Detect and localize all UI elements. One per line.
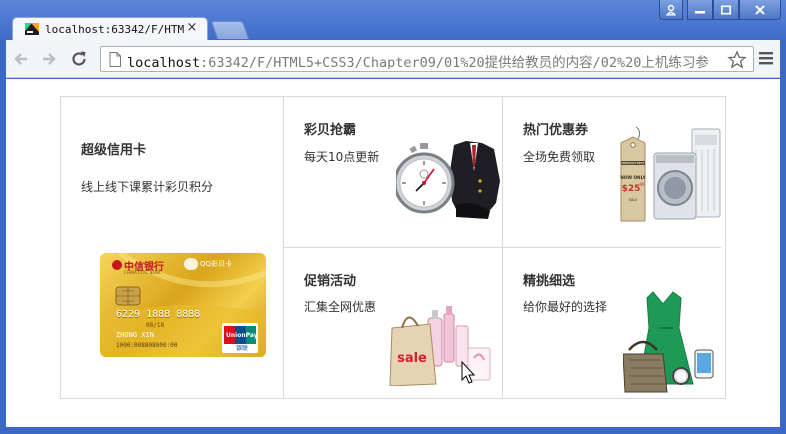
tag-line3: SALE	[629, 198, 638, 202]
url-path: :63342/F/HTML5+CSS3/Chapter09/01%20提供给教员…	[200, 55, 709, 69]
minimize-icon	[695, 10, 705, 13]
new-tab-button[interactable]	[210, 21, 250, 39]
back-button[interactable]	[10, 48, 32, 70]
sale-text: sale	[397, 351, 427, 366]
close-icon	[755, 4, 765, 15]
credit-card-cell[interactable]: 超级信用卡 线上线下课累计彩贝积分 中信银行 CHINA CITIC BANK	[61, 97, 284, 398]
dress-handbag-image	[623, 291, 714, 393]
page-viewport: 超级信用卡 线上线下课累计彩贝积分 中信银行 CHINA CITIC BANK	[6, 79, 780, 427]
cell-title: 促销活动	[304, 274, 357, 289]
tab-close-icon[interactable]: ×	[185, 21, 199, 35]
card-brand-cn: 银联	[236, 345, 249, 352]
card-account: 1000:008808000:00	[116, 342, 178, 349]
bank-name-en: CHINA CITIC BANK	[124, 270, 161, 275]
cell-subtitle: 线上线下课累计彩贝积分	[81, 180, 214, 194]
promo-grid: 超级信用卡 线上线下课累计彩贝积分 中信银行 CHINA CITIC BANK	[60, 96, 726, 399]
credit-card-image: 中信银行 CHINA CITIC BANK QQ彩贝卡 6229 1888 88…	[100, 253, 266, 357]
stopwatch-suit-image	[396, 141, 500, 219]
cell-subtitle: 全场免费领取	[523, 150, 596, 164]
url-host: localhost	[127, 55, 201, 69]
cell-title: 精挑细选	[523, 274, 576, 289]
menu-icon[interactable]	[758, 49, 774, 67]
cell-subtitle: 给你最好的选择	[523, 300, 608, 314]
qq-logo-icon	[184, 258, 198, 270]
reload-button[interactable]	[68, 48, 90, 70]
maximize-button[interactable]	[713, 0, 739, 20]
cell-title: 超级信用卡	[81, 143, 147, 158]
reload-icon	[72, 51, 86, 66]
citic-logo-icon	[112, 260, 122, 270]
appliances-tag-image: PREMIUM BEST NOW ONLY $25 99 SALE	[620, 126, 721, 222]
close-button[interactable]	[739, 0, 781, 20]
bookmark-star-icon[interactable]	[727, 50, 747, 70]
card-holder: ZHONG XIN	[116, 331, 154, 339]
card-brand: UnionPay	[226, 332, 258, 339]
forward-arrow-icon	[43, 53, 56, 65]
minimize-button[interactable]	[687, 0, 713, 20]
tag-line2: NOW ONLY	[620, 175, 646, 180]
webstorm-icon	[25, 23, 39, 35]
promo-cell-sales[interactable]: 促销活动 汇集全网优惠 sale	[284, 248, 503, 398]
browser-tab[interactable]: localhost:63342/F/HTML5 ×	[12, 17, 208, 41]
page-icon	[109, 52, 121, 67]
window-bottom-border	[0, 427, 786, 434]
url-text: localhost:63342/F/HTML5+CSS3/Chapter09/0…	[127, 51, 727, 69]
cell-title: 彩贝抢霸	[304, 123, 357, 138]
maximize-icon	[721, 5, 731, 14]
cell-subtitle: 汇集全网优惠	[304, 300, 377, 314]
card-number: 6229 1888 8888	[116, 309, 201, 320]
forward-button[interactable]	[38, 48, 60, 70]
promo-cell-coupons[interactable]: 热门优惠券 全场免费领取 PREMIUM BEST NOW ONLY $25 9…	[503, 97, 721, 248]
card-expiry: 08/18	[146, 322, 165, 329]
back-arrow-icon	[14, 53, 27, 65]
browser-toolbar: localhost:63342/F/HTML5+CSS3/Chapter09/0…	[6, 40, 780, 78]
user-icon	[666, 4, 676, 15]
qq-brand: QQ彩贝卡	[200, 260, 233, 268]
user-profile-button[interactable]	[659, 0, 683, 20]
tag-line1: PREMIUM BEST	[622, 161, 645, 165]
tag-price: $25	[622, 184, 641, 194]
tag-cents: 99	[639, 182, 645, 187]
sale-bag-cosmetics-image: sale	[389, 306, 491, 386]
promo-cell-caibei[interactable]: 彩贝抢霸 每天10点更新	[284, 97, 503, 248]
promo-cell-selection[interactable]: 精挑细选 给你最好的选择	[503, 248, 721, 398]
address-bar[interactable]: localhost:63342/F/HTML5+CSS3/Chapter09/0…	[100, 46, 754, 72]
cell-subtitle: 每天10点更新	[304, 150, 380, 164]
tab-title: localhost:63342/F/HTML5	[45, 23, 185, 36]
cell-title: 热门优惠券	[523, 123, 589, 138]
